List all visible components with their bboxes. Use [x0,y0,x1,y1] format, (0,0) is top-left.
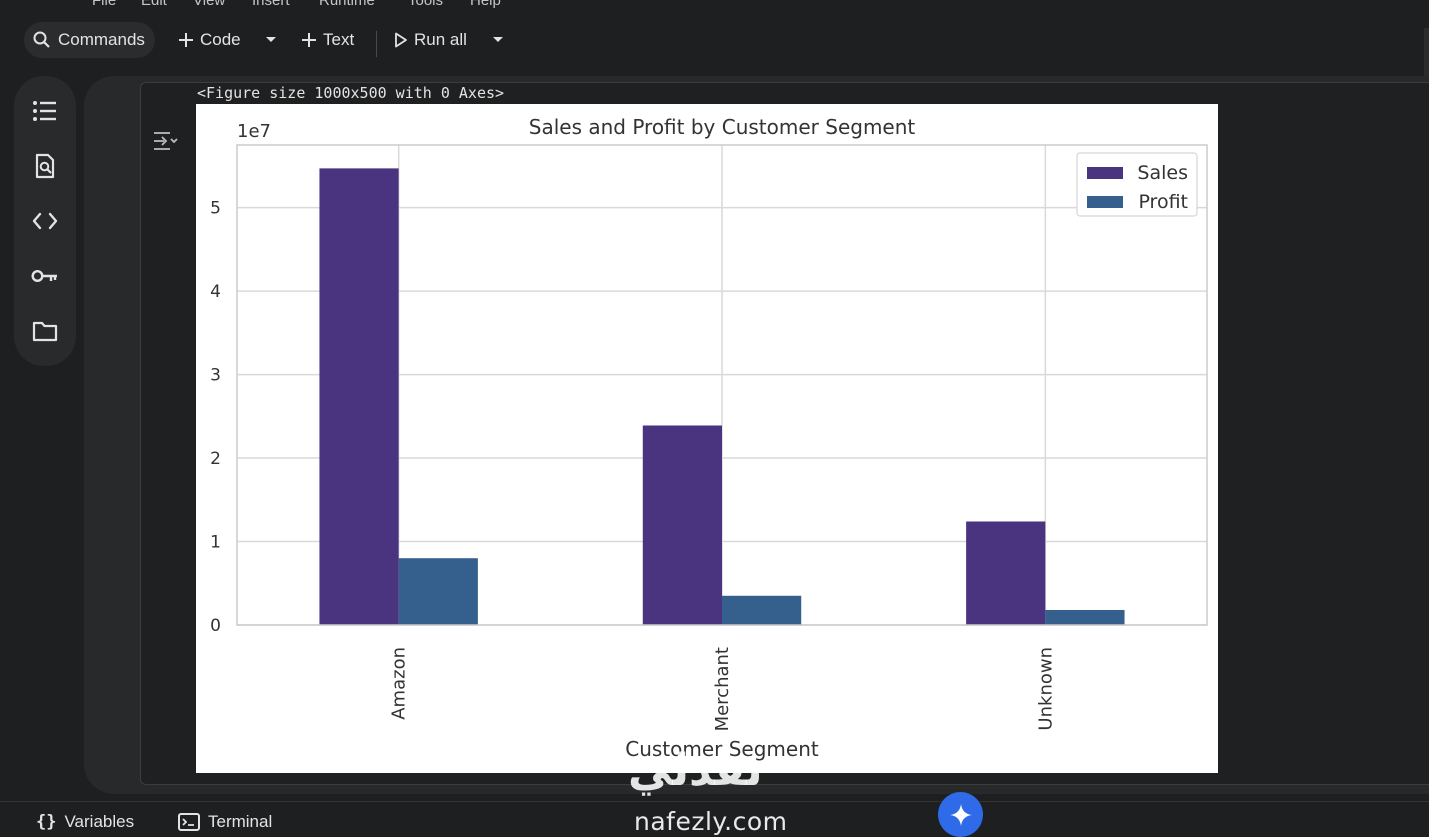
text-label: Text [323,30,355,49]
watermark: نفذلي nafezly.com [620,745,810,837]
bar-sales-merchant [642,425,722,625]
caret-down-icon [266,37,276,42]
variables-button[interactable]: {} Variables [36,812,134,832]
toolbar-divider [376,31,377,57]
chart-title: Sales and Profit by Customer Segment [529,115,916,139]
variables-icon: {} [36,812,57,832]
run-all-button[interactable]: Run all [386,22,475,58]
table-of-contents-icon[interactable] [31,97,59,125]
terminal-button[interactable]: Terminal [178,812,272,832]
x-tick-label: Unknown [1035,647,1056,731]
bar-sales-unknown [966,521,1046,625]
menu-runtime[interactable]: Runtime [319,0,375,9]
y-tick-label: 5 [210,199,221,219]
menu-insert[interactable]: Insert [252,0,290,9]
y-tick-label: 4 [210,282,221,302]
y-tick-label: 3 [210,366,221,386]
menu-help[interactable]: Help [470,0,501,9]
legend-label-profit: Profit [1138,191,1188,213]
menu-view[interactable]: View [193,0,225,9]
bar-profit-unknown [1045,609,1125,625]
bar-chart: 0 1 2 3 4 5 1e7 Amazon Merchant Unknown Sales and … [210,115,1208,761]
commands-label: Commands [58,30,145,49]
code-label: Code [200,30,241,49]
menu-edit[interactable]: Edit [141,0,167,9]
legend-swatch-profit [1087,196,1123,208]
watermark-english: nafezly.com [634,807,788,836]
play-icon [395,32,407,48]
secrets-key-icon[interactable] [31,262,59,290]
sparkle-icon [949,803,972,826]
variables-label: Variables [64,812,135,831]
plot-figure: 0 1 2 3 4 5 1e7 Amazon Merchant Unknown Sales and … [196,104,1218,773]
run-all-label: Run all [414,30,467,49]
bar-profit-amazon [398,558,478,625]
run-all-dropdown-button[interactable] [484,22,512,58]
y-tick-label: 0 [210,616,221,636]
y-offset-label: 1e7 [237,121,271,142]
plus-icon [179,33,193,47]
files-folder-icon[interactable] [31,317,59,345]
terminal-label: Terminal [208,812,273,831]
add-text-button[interactable]: Text [293,22,362,58]
toolbar-right-edge [1424,28,1429,80]
commands-button[interactable]: Commands [24,22,155,58]
search-icon [33,31,50,48]
legend-label-sales: Sales [1137,162,1188,184]
find-replace-icon[interactable] [31,152,59,180]
bar-profit-merchant [722,595,802,625]
left-sidebar [14,76,76,366]
watermark-arabic: نفذلي [628,745,763,796]
add-code-button[interactable]: Code [170,22,249,58]
terminal-icon [178,813,200,831]
x-tick-label: Amazon [389,647,410,720]
y-tick-label: 1 [210,533,221,553]
legend-swatch-sales [1087,167,1123,179]
x-tick-label: Merchant [712,647,733,731]
code-dropdown-button[interactable] [257,22,285,58]
y-tick-label: 2 [210,449,221,469]
code-snippets-icon[interactable] [31,207,59,235]
gemini-button[interactable] [938,792,983,837]
toolbar: Commands Code Text Run all [0,14,1429,80]
caret-down-icon [493,37,503,42]
output-actions-icon[interactable] [152,130,178,157]
menu-file[interactable]: File [92,0,116,9]
figure-size-text: <Figure size 1000x500 with 0 Axes> [197,84,505,102]
menu-bar: File Edit View Insert Runtime Tools Help [0,0,1429,9]
bar-sales-amazon [319,168,399,626]
menu-tools[interactable]: Tools [408,0,443,9]
plus-icon [302,33,316,47]
